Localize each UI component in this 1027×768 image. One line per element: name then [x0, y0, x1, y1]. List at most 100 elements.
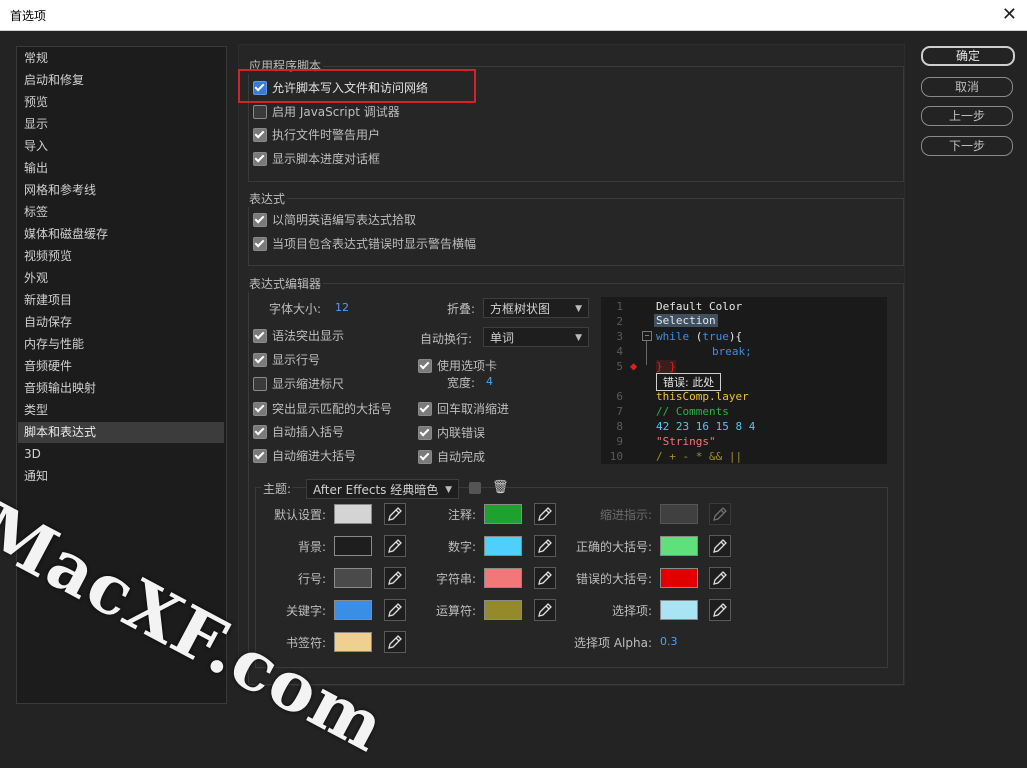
line-number: 2 [616, 315, 623, 328]
checkbox-label: 内联错误 [437, 426, 486, 440]
theme-select[interactable]: After Effects 经典暗色 ▼ [306, 479, 459, 499]
sidebar-item[interactable]: 内存与性能 [18, 334, 224, 355]
width-value[interactable]: 4 [486, 375, 493, 388]
color-swatch-string[interactable] [484, 568, 522, 588]
auto-paren-checkbox[interactable]: 自动插入括号 [253, 423, 344, 440]
sidebar-item[interactable]: 3D [18, 444, 224, 465]
checkbox-label: 启用 JavaScript 调试器 [272, 105, 400, 119]
eyedropper-icon[interactable] [709, 535, 731, 557]
ok-button[interactable]: 确定 [921, 46, 1015, 66]
sidebar-item[interactable]: 媒体和磁盘缓存 [18, 224, 224, 245]
previous-button[interactable]: 上一步 [921, 106, 1013, 126]
selection-alpha-value[interactable]: 0.3 [660, 635, 678, 648]
color-swatch-number[interactable] [484, 536, 522, 556]
sidebar-item[interactable]: 类型 [18, 400, 224, 421]
color-swatch-correct-brace[interactable] [660, 536, 698, 556]
english-pick-checkbox[interactable]: 以简明英语编写表达式拾取 [253, 211, 416, 228]
trash-icon[interactable]: 🗑 [492, 480, 509, 495]
checkbox-box[interactable] [253, 127, 267, 142]
sidebar-item[interactable]: 新建项目 [18, 290, 224, 311]
checkbox-box[interactable] [418, 449, 432, 464]
error-banner-checkbox[interactable]: 当项目包含表达式错误时显示警告横幅 [253, 235, 476, 252]
eyedropper-icon[interactable] [384, 631, 406, 653]
checkbox-box[interactable] [253, 151, 267, 166]
checkbox-box[interactable] [253, 328, 267, 343]
code-line-selection: Selection [654, 314, 718, 327]
sidebar-item[interactable]: 常规 [18, 48, 224, 69]
checkbox-box[interactable] [418, 425, 432, 440]
color-swatch-operator[interactable] [484, 600, 522, 620]
checkbox-label: 当项目包含表达式错误时显示警告横幅 [272, 237, 477, 251]
eyedropper-icon[interactable] [534, 503, 556, 525]
color-swatch-bookmark[interactable] [334, 632, 372, 652]
checkbox-box[interactable] [253, 352, 267, 367]
sidebar-item-selected[interactable]: 脚本和表达式 [18, 422, 224, 443]
checkbox-box[interactable] [253, 104, 267, 119]
wrap-select[interactable]: 单词 ▼ [483, 327, 589, 347]
color-swatch-default[interactable] [334, 504, 372, 524]
eyedropper-icon[interactable] [384, 503, 406, 525]
cancel-button[interactable]: 取消 [921, 77, 1013, 97]
sidebar-item[interactable]: 音频硬件 [18, 356, 224, 377]
close-icon[interactable]: ✕ [1002, 4, 1017, 25]
checkbox-box[interactable] [253, 448, 267, 463]
auto-complete-checkbox[interactable]: 自动完成 [418, 448, 485, 465]
inline-errors-checkbox[interactable]: 内联错误 [418, 424, 485, 441]
sidebar-item[interactable]: 显示 [18, 114, 224, 135]
eyedropper-icon[interactable] [384, 535, 406, 557]
sidebar-item[interactable]: 预览 [18, 92, 224, 113]
eyedropper-icon[interactable] [709, 567, 731, 589]
checkbox-box[interactable] [253, 236, 267, 251]
eyedropper-icon[interactable] [709, 599, 731, 621]
line-number: 8 [616, 420, 623, 433]
sidebar-item[interactable]: 网格和参考线 [18, 180, 224, 201]
error-marker-icon: ◆ [630, 359, 638, 373]
indent-ruler-checkbox[interactable]: 显示缩进标尺 [253, 375, 344, 392]
fold-select[interactable]: 方框树状图 ▼ [483, 298, 589, 318]
sidebar-item[interactable]: 启动和修复 [18, 70, 224, 91]
color-swatch-selection[interactable] [660, 600, 698, 620]
eyedropper-icon[interactable] [384, 567, 406, 589]
next-button[interactable]: 下一步 [921, 136, 1013, 156]
checkbox-box[interactable] [253, 212, 267, 227]
enter-cancel-checkbox[interactable]: 回车取消缩进 [418, 400, 509, 417]
sidebar-item[interactable]: 导入 [18, 136, 224, 157]
sidebar-item[interactable]: 标签 [18, 202, 224, 223]
syntax-checkbox[interactable]: 语法突出显示 [253, 327, 344, 344]
color-swatch-background[interactable] [334, 536, 372, 556]
save-theme-icon[interactable] [469, 482, 481, 494]
checkbox-box[interactable] [418, 401, 432, 416]
auto-indent-checkbox[interactable]: 自动缩进大括号 [253, 447, 356, 464]
checkbox-box[interactable] [253, 401, 267, 416]
js-debugger-checkbox[interactable]: 启用 JavaScript 调试器 [253, 103, 400, 120]
color-label: 背景: [297, 540, 326, 554]
sidebar: 常规 启动和修复 预览 显示 导入 输出 网格和参考线 标签 媒体和磁盘缓存 视… [16, 46, 227, 704]
warn-user-checkbox[interactable]: 执行文件时警告用户 [253, 126, 380, 143]
color-swatch-line-number[interactable] [334, 568, 372, 588]
checkbox-box[interactable] [253, 376, 267, 391]
fold-toggle-icon[interactable]: − [642, 331, 652, 341]
checkbox-box[interactable] [253, 424, 267, 439]
eyedropper-icon[interactable] [384, 599, 406, 621]
sidebar-item[interactable]: 通知 [18, 466, 224, 487]
sidebar-item[interactable]: 外观 [18, 268, 224, 289]
color-swatch-keyword[interactable] [334, 600, 372, 620]
color-swatch-comment[interactable] [484, 504, 522, 524]
checkbox-box[interactable] [418, 358, 432, 373]
sidebar-item[interactable]: 输出 [18, 158, 224, 179]
progress-dialog-checkbox[interactable]: 显示脚本进度对话框 [253, 150, 380, 167]
line-numbers-checkbox[interactable]: 显示行号 [253, 351, 320, 368]
sidebar-item[interactable]: 音频输出映射 [18, 378, 224, 399]
eyedropper-icon[interactable] [534, 599, 556, 621]
eyedropper-icon[interactable] [534, 567, 556, 589]
eyedropper-icon[interactable] [534, 535, 556, 557]
color-swatch-wrong-brace[interactable] [660, 568, 698, 588]
sidebar-item[interactable]: 自动保存 [18, 312, 224, 333]
checkbox-label: 自动缩进大括号 [272, 449, 357, 463]
use-tabs-checkbox[interactable]: 使用选项卡 [418, 357, 497, 374]
match-braces-checkbox[interactable]: 突出显示匹配的大括号 [253, 400, 392, 417]
code-line: while (true){ [656, 330, 742, 343]
color-label: 行号: [297, 572, 326, 586]
sidebar-item[interactable]: 视频预览 [18, 246, 224, 267]
font-size-value[interactable]: 12 [335, 301, 349, 314]
